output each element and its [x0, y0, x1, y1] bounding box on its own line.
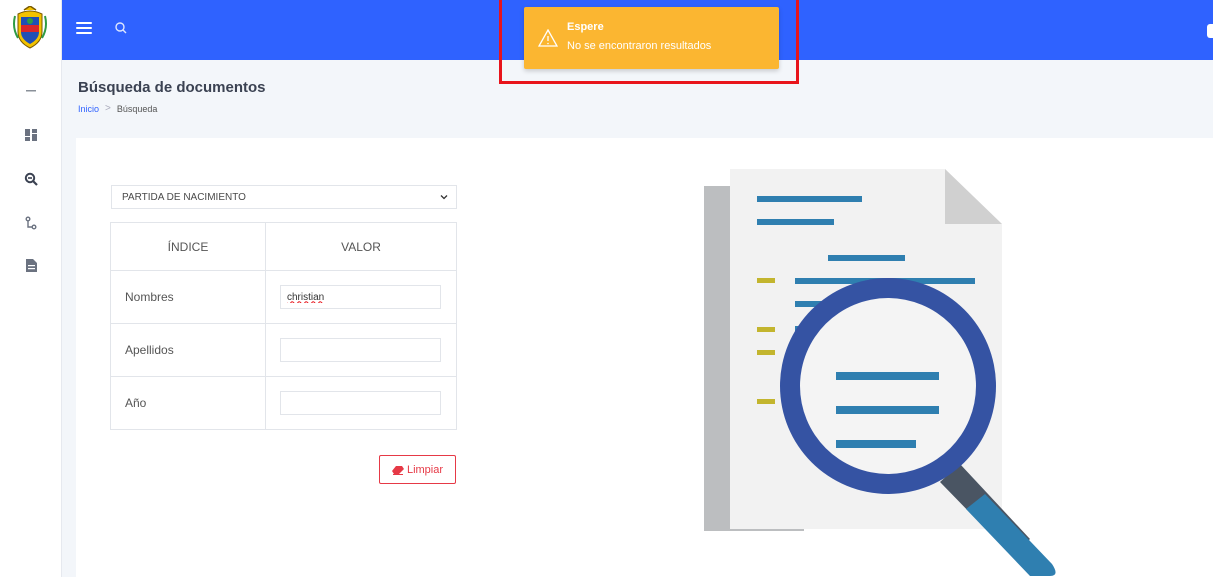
index-table: ÍNDICE VALOR Nombres Apellidos Año	[110, 222, 457, 430]
table-row: Nombres	[110, 270, 457, 324]
column-header-index: ÍNDICE	[110, 222, 266, 271]
row-value-cell	[265, 270, 457, 324]
apellidos-input[interactable]	[280, 338, 441, 362]
eraser-icon	[391, 465, 404, 475]
collapse-icon[interactable]	[18, 78, 44, 104]
breadcrumb-current: Búsqueda	[116, 103, 158, 114]
dashboard-icon[interactable]	[18, 122, 44, 148]
warning-toast[interactable]: Espere No se encontraron resultados	[524, 7, 779, 69]
breadcrumb-separator-icon: >	[105, 103, 111, 114]
user-menu-icon[interactable]	[1207, 24, 1213, 38]
column-header-value: VALOR	[265, 222, 457, 271]
flow-icon[interactable]	[18, 210, 44, 236]
breadcrumb-home-link[interactable]: Inicio	[78, 104, 99, 114]
toast-message: No se encontraron resultados	[567, 40, 712, 52]
document-search-illustration	[704, 169, 1056, 576]
anio-input[interactable]	[280, 391, 441, 415]
menu-icon[interactable]	[76, 22, 92, 36]
clear-button-label: Limpiar	[406, 463, 444, 476]
row-label-nombres: Nombres	[110, 270, 266, 324]
page-title: Búsqueda de documentos	[78, 79, 266, 96]
search-document-icon[interactable]	[18, 166, 44, 192]
document-type-select[interactable]: PARTIDA DE NACIMIENTO	[111, 185, 457, 209]
coat-of-arms-logo	[13, 6, 47, 49]
nombres-input[interactable]	[280, 285, 441, 309]
row-value-cell	[265, 323, 457, 377]
page-header: Búsqueda de documentos Inicio > Búsqueda	[62, 60, 1213, 138]
breadcrumb: Inicio > Búsqueda	[78, 103, 157, 114]
content-gutter	[62, 138, 76, 577]
row-label-apellidos: Apellidos	[110, 323, 266, 377]
warning-icon	[538, 29, 558, 47]
sidebar	[0, 0, 62, 577]
table-row: Año	[110, 376, 457, 430]
row-label-anio: Año	[110, 376, 266, 430]
search-icon[interactable]	[110, 16, 134, 40]
file-icon[interactable]	[18, 252, 44, 278]
chevron-down-icon	[440, 195, 448, 200]
document-type-value: PARTIDA DE NACIMIENTO	[122, 191, 246, 203]
table-row: Apellidos	[110, 323, 457, 377]
table-header-row: ÍNDICE VALOR	[110, 222, 457, 271]
clear-button[interactable]: Limpiar	[379, 455, 456, 484]
toast-title: Espere	[567, 21, 604, 33]
row-value-cell	[265, 376, 457, 430]
